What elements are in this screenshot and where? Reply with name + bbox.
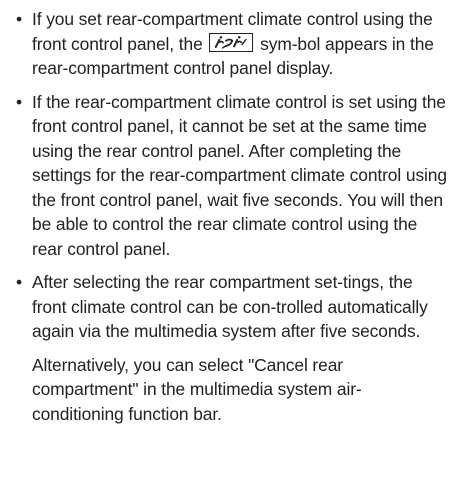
bullet-paragraph: If the rear-compartment climate control … bbox=[32, 91, 447, 259]
instruction-bullet-list: • If you set rear-compartment climate co… bbox=[10, 7, 447, 426]
bullet-dot: • bbox=[16, 91, 22, 112]
manual-page: • If you set rear-compartment climate co… bbox=[0, 0, 461, 502]
rear-climate-control-symbol-icon bbox=[209, 33, 254, 53]
bullet-paragraph: If you set rear-compartment climate cont… bbox=[32, 7, 447, 81]
bullet-item-front-panel-symbol: • If you set rear-compartment climate co… bbox=[10, 7, 447, 81]
bullet-paragraph-alternative: Alternatively, you can select "Cancel re… bbox=[32, 354, 362, 424]
bullet-dot: • bbox=[16, 272, 22, 292]
bullet-item-front-auto-control: • After selecting the rear compartment s… bbox=[10, 270, 447, 426]
bullet-paragraph: After selecting the rear compartment set… bbox=[32, 272, 428, 341]
bullet-item-rear-panel-lockout: • If the rear-compartment climate contro… bbox=[10, 90, 447, 262]
bullet-dot: • bbox=[16, 9, 22, 29]
